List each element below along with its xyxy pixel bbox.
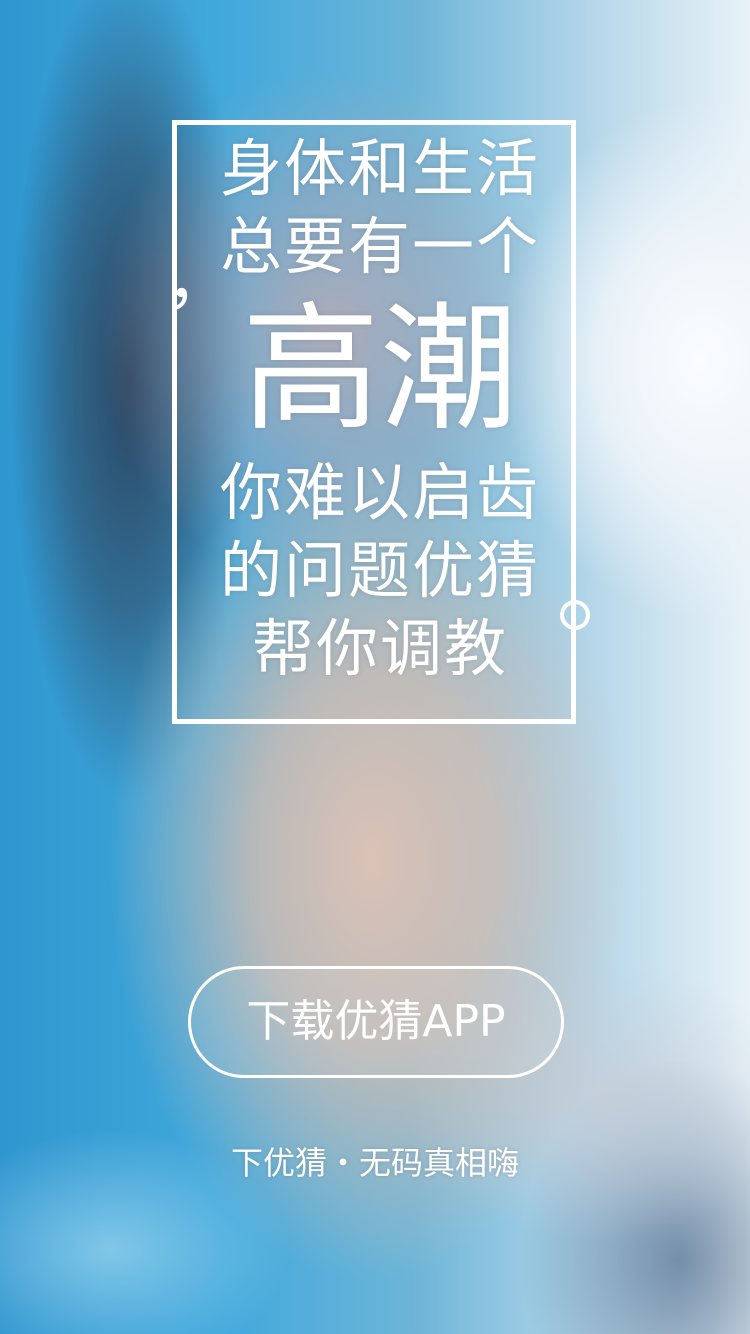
- headline-line-5: 的问题优猜: [219, 534, 540, 607]
- headline-line-4: 你难以启齿: [219, 456, 540, 529]
- headline-emphasis: 高潮: [241, 289, 518, 450]
- download-app-button[interactable]: 下载优猜APP: [188, 966, 564, 1078]
- headline-block: 身体和生活 总要有一个 高潮 你难以启齿 的问题优猜 帮你调教: [200, 130, 560, 688]
- headline-line-6: 帮你调教: [251, 612, 508, 685]
- period-circle-mark: [560, 600, 590, 630]
- headline-line-2: 总要有一个: [219, 210, 540, 283]
- comma-mark: ，: [166, 250, 230, 314]
- footer-tagline: 下优猜・无码真相嗨: [230, 1144, 519, 1182]
- headline-line-1: 身体和生活: [219, 132, 540, 205]
